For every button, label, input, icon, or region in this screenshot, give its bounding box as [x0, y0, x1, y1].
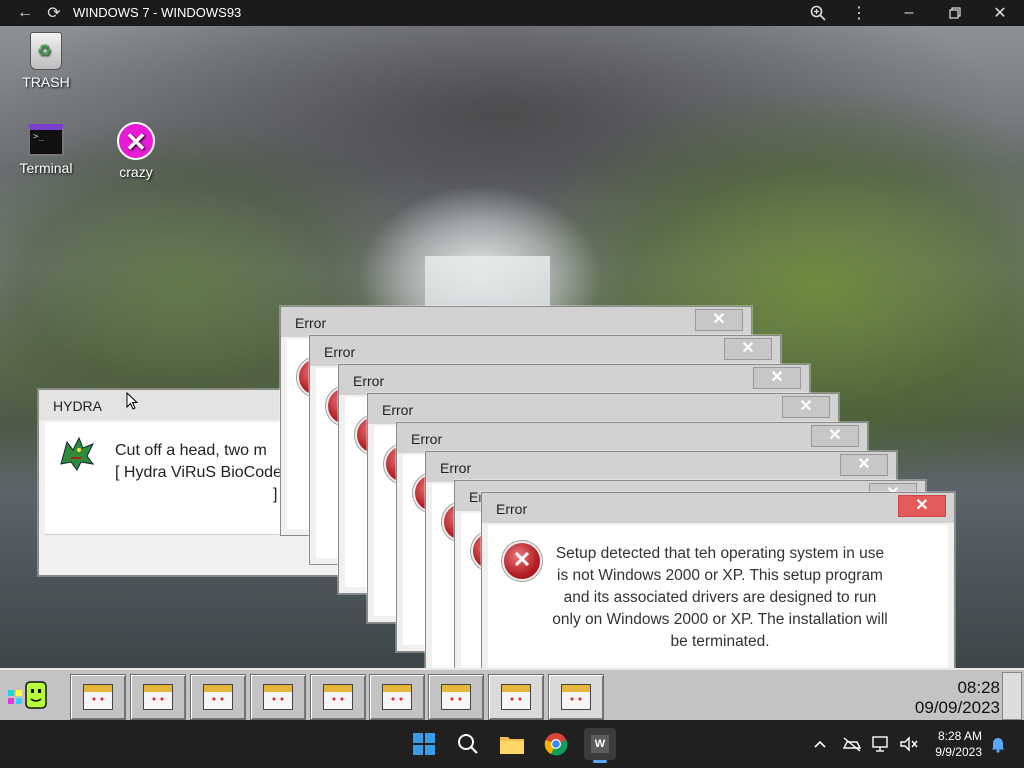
program-icon [263, 684, 293, 710]
dragon-icon [60, 436, 95, 471]
error-title-bar[interactable]: Error ✕ [339, 365, 809, 395]
scrollbar[interactable] [1002, 672, 1022, 720]
host-clock-time: 8:28 AM [937, 729, 982, 743]
program-icon [382, 684, 412, 710]
active-indicator [593, 760, 607, 763]
error-close-button[interactable]: ✕ [724, 338, 772, 360]
close-icon[interactable]: ✕ [990, 3, 1010, 23]
task-button[interactable] [70, 674, 126, 720]
error-message: Setup detected that teh operating system… [552, 545, 888, 650]
volume-muted-icon[interactable] [895, 730, 923, 758]
desktop-icon-crazy[interactable]: ✕ crazy [96, 122, 176, 180]
error-close-button[interactable]: ✕ [753, 367, 801, 389]
error-title-bar[interactable]: Error ✕ [281, 307, 751, 337]
task-button[interactable] [190, 674, 246, 720]
task-button[interactable] [548, 674, 604, 720]
task-button[interactable] [310, 674, 366, 720]
hydra-window-title: HYDRA [53, 398, 103, 414]
hydra-line-3: ] [273, 486, 278, 503]
desktop-icon-label: Terminal [19, 160, 73, 176]
terminal-icon: >_ [28, 124, 64, 156]
chevron-up-icon[interactable] [806, 730, 834, 758]
program-icon [323, 684, 353, 710]
hydra-line-1: Cut off a head, two m [115, 442, 267, 459]
mouse-cursor-icon [126, 392, 138, 410]
desktop[interactable]: TRASH >_ Terminal ✕ crazy HYDRA Cut off … [0, 26, 1024, 668]
win93-clock-time: 08:28 [957, 678, 1000, 697]
error-window-title: Error [496, 501, 528, 517]
windows-start-icon[interactable] [410, 730, 438, 758]
reload-icon[interactable]: ⟳ [44, 3, 64, 23]
error-close-button[interactable]: ✕ [898, 495, 946, 517]
windows93-app-button[interactable]: W [584, 728, 616, 763]
program-icon [203, 684, 233, 710]
host-taskbar: W 8:28 AM 9/9/2023 [0, 720, 1024, 768]
task-button[interactable] [428, 674, 484, 720]
error-title-bar[interactable]: Error ✕ [368, 394, 838, 424]
error-title-bar[interactable]: Error ✕ [397, 423, 867, 453]
search-icon[interactable] [454, 730, 482, 758]
browser-title-bar: ← ⟳ WINDOWS 7 - WINDOWS93 ⋮ – ✕ [0, 0, 1024, 26]
desktop-icon-trash[interactable]: TRASH [6, 32, 86, 90]
error-title-bar[interactable]: Error ✕ [310, 336, 780, 366]
file-explorer-icon[interactable] [498, 730, 526, 758]
desktop-icon-label: crazy [119, 164, 153, 180]
minimize-icon[interactable]: – [899, 3, 919, 23]
error-close-button[interactable]: ✕ [840, 454, 888, 476]
program-icon [501, 684, 531, 710]
error-close-button[interactable]: ✕ [782, 396, 830, 418]
hydra-message: Cut off a head, two m [ Hydra ViRuS BioC… [115, 440, 282, 506]
chrome-icon[interactable] [542, 730, 570, 758]
program-icon [143, 684, 173, 710]
error-window-title: Error [324, 344, 356, 360]
win93-start-icon[interactable] [6, 678, 50, 712]
task-button[interactable] [130, 674, 186, 720]
host-clock-date: 9/9/2023 [935, 745, 982, 759]
error-window-active[interactable]: Error ✕ ✕ Setup detected that teh operat… [481, 492, 955, 668]
program-icon [83, 684, 113, 710]
error-content: ✕ Setup detected that teh operating syst… [488, 525, 948, 668]
crazy-icon: ✕ [117, 122, 155, 160]
desktop-icon-label: TRASH [22, 74, 70, 90]
desktop-icon-terminal[interactable]: >_ Terminal [6, 124, 86, 176]
task-button[interactable] [250, 674, 306, 720]
error-close-button[interactable]: ✕ [811, 425, 859, 447]
win93-taskbar: 08:28 09/09/2023 [0, 668, 1024, 722]
error-title-bar[interactable]: Error ✕ [482, 493, 954, 523]
task-button[interactable] [488, 674, 544, 720]
task-button[interactable] [369, 674, 425, 720]
trash-icon [30, 32, 62, 70]
windows93-app-icon: W [591, 735, 609, 753]
zoom-icon[interactable] [808, 3, 828, 23]
win93-clock: 08:28 09/09/2023 [915, 678, 1000, 718]
back-arrow-icon[interactable]: ← [15, 3, 35, 23]
network-off-icon[interactable] [838, 730, 866, 758]
host-clock[interactable]: 8:28 AM 9/9/2023 [924, 728, 982, 760]
more-icon[interactable]: ⋮ [849, 3, 869, 23]
error-title-bar[interactable]: Error ✕ [426, 452, 896, 482]
program-icon [561, 684, 591, 710]
win93-clock-date: 09/09/2023 [914, 698, 1000, 717]
error-icon: ✕ [502, 541, 542, 581]
hydra-line-2: [ Hydra ViRuS BioCode [115, 464, 282, 481]
error-window-title: Error [411, 431, 443, 447]
error-window-title: Error [440, 460, 472, 476]
error-close-button[interactable]: ✕ [695, 309, 743, 331]
display-icon[interactable] [868, 730, 896, 758]
error-window-title: Error [382, 402, 414, 418]
error-window-title: Error [353, 373, 385, 389]
browser-title: WINDOWS 7 - WINDOWS93 [73, 5, 242, 20]
program-icon [441, 684, 471, 710]
error-window-title: Error [295, 315, 327, 331]
restore-icon[interactable] [945, 3, 965, 23]
notification-bell-icon[interactable] [984, 730, 1012, 758]
